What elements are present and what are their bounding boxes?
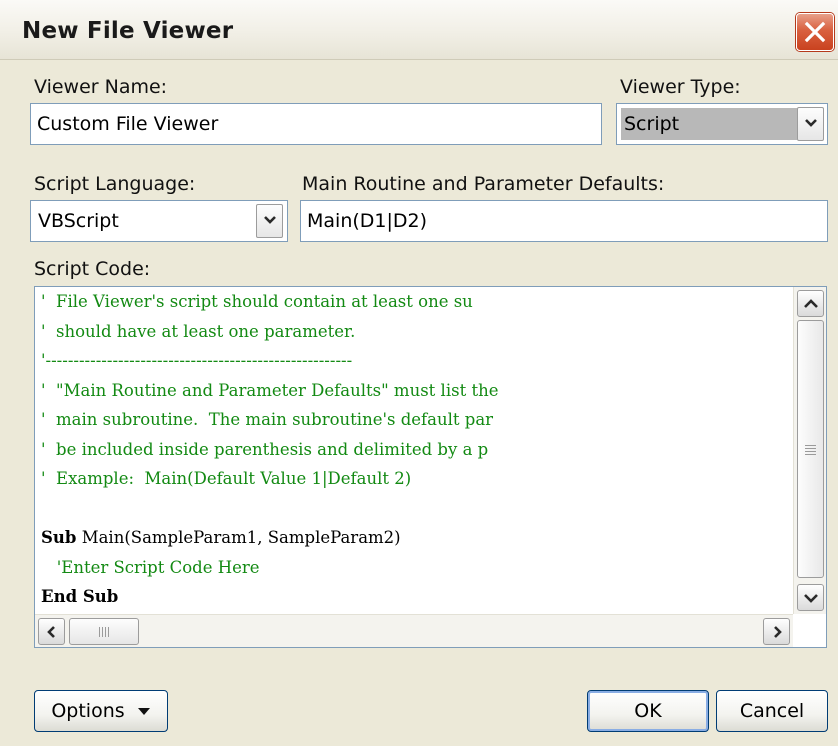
viewer-type-label: Viewer Type: [620,76,741,98]
script-language-label: Script Language: [34,173,196,195]
script-language-dropdown-button[interactable] [256,204,283,238]
code-line: ' Example: Main(Default Value 1|Default … [41,467,411,491]
viewer-type-value: Script [621,108,797,140]
scroll-right-button[interactable] [763,618,790,645]
vertical-scrollbar[interactable] [793,287,826,614]
vertical-scroll-thumb[interactable] [797,320,824,578]
chevron-down-icon [264,216,276,224]
viewer-name-label: Viewer Name: [34,76,168,98]
main-routine-label: Main Routine and Parameter Defaults: [302,173,665,195]
code-line: ' be included inside parenthesis and del… [41,438,488,462]
window-title: New File Viewer [22,18,234,44]
code-keyword: Sub [41,528,77,547]
viewer-type-dropdown-button[interactable] [797,107,824,141]
horizontal-scroll-thumb[interactable] [69,618,139,645]
code-line: ' File Viewer's script should contain at… [41,290,473,314]
code-line: ' main subroutine. The main subroutine's… [41,408,493,432]
script-code-editor[interactable]: ' File Viewer's script should contain at… [34,286,827,648]
code-text: ' be included inside parenthesis and del… [41,439,489,459]
code-text: '---------------------------------------… [41,351,353,370]
code-line: ' should have at least one parameter. [41,320,355,344]
scroll-left-button[interactable] [38,618,65,645]
chevron-left-icon [47,626,55,638]
chevron-down-icon [805,119,817,127]
script-code-label: Script Code: [34,258,151,280]
chevron-right-icon [774,626,782,638]
cancel-button[interactable]: Cancel [716,690,828,732]
scroll-down-button[interactable] [797,584,824,611]
script-language-value: VBScript [38,210,119,232]
code-line: ' "Main Routine and Parameter Defaults" … [41,379,498,403]
code-text: ' Example: Main(Default Value 1|Default … [41,469,412,488]
code-text: ' should have at least one parameter. [41,321,356,341]
options-button-label: Options [51,700,125,722]
viewer-name-input[interactable]: Custom File Viewer [30,103,602,145]
code-text: ' File Viewer's script should contain at… [41,292,473,311]
script-language-select[interactable]: VBScript [30,200,288,242]
title-bar: New File Viewer [0,0,838,60]
close-icon [804,21,826,43]
code-text: ' "Main Routine and Parameter Defaults" … [41,380,499,400]
code-text: 'Enter Script Code Here [41,557,260,577]
chevron-up-icon [804,299,818,308]
ok-button[interactable]: OK [587,690,709,732]
viewer-type-select[interactable]: Script [616,103,828,145]
scroll-up-button[interactable] [797,290,824,317]
code-keyword: End Sub [41,587,119,606]
code-line: '---------------------------------------… [41,349,352,373]
horizontal-scrollbar[interactable] [35,614,793,647]
options-button[interactable]: Options [34,690,168,732]
code-line: End Sub [41,585,118,609]
main-routine-input[interactable]: Main(D1|D2) [300,200,828,242]
close-button[interactable] [796,13,834,51]
code-lines: ' File Viewer's script should contain at… [41,287,793,611]
chevron-down-icon [804,594,818,603]
code-line: 'Enter Script Code Here [41,556,260,580]
code-line: Sub Main(SampleParam1, SampleParam2) [41,526,401,550]
caret-down-icon [137,708,150,715]
code-text: Main(SampleParam1, SampleParam2) [76,528,401,547]
code-text: ' main subroutine. The main subroutine's… [41,410,494,429]
